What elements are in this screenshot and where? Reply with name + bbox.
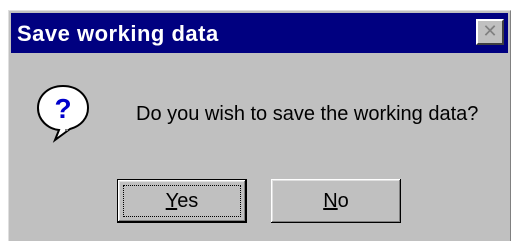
- close-icon: ✕: [482, 21, 498, 42]
- focus-rectangle: [123, 185, 241, 217]
- question-icon: ?: [36, 84, 90, 143]
- no-button-label: No: [323, 189, 349, 212]
- save-dialog: Save working data ✕ ? Do you wish to sav…: [8, 10, 511, 241]
- no-button[interactable]: No: [271, 179, 401, 223]
- yes-button[interactable]: Yes: [117, 179, 247, 223]
- dialog-message: Do you wish to save the working data?: [136, 103, 479, 125]
- dialog-title: Save working data: [17, 21, 219, 46]
- title-bar[interactable]: Save working data ✕: [11, 13, 508, 53]
- svg-text:?: ?: [54, 93, 71, 124]
- close-button[interactable]: ✕: [476, 19, 504, 45]
